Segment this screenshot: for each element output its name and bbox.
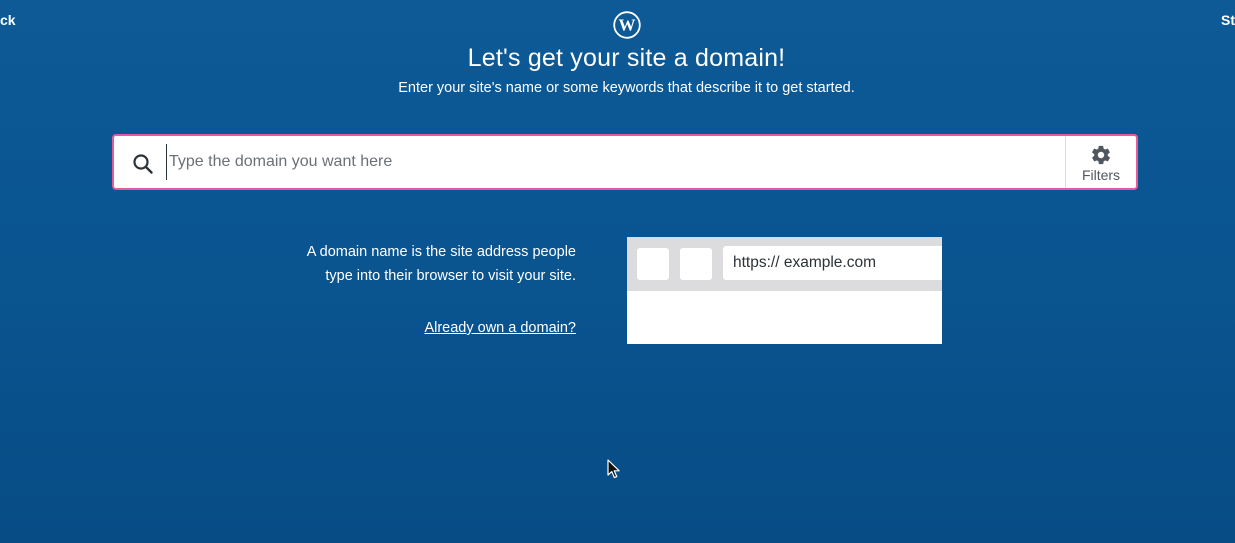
steps-link[interactable]: St [1221, 12, 1235, 28]
browser-url-bar: https:// example.com [723, 246, 942, 280]
already-own-domain-link[interactable]: Already own a domain? [424, 320, 576, 336]
mouse-cursor-icon [607, 459, 620, 479]
page-title: Let's get your site a domain! [467, 44, 786, 72]
browser-forward-button-graphic [680, 248, 712, 280]
browser-illustration: https:// example.com [627, 237, 942, 344]
domain-search-box: Filters [112, 134, 1138, 190]
search-icon [133, 154, 153, 174]
page-subtitle: Enter your site's name or some keywords … [398, 80, 855, 96]
svg-text:W: W [619, 16, 636, 35]
gear-icon [1092, 145, 1110, 164]
back-link[interactable]: ck [0, 12, 16, 28]
filters-label: Filters [1081, 166, 1121, 183]
browser-toolbar: https:// example.com [627, 237, 942, 291]
browser-back-button-graphic [637, 248, 669, 280]
domain-explanation: A domain name is the site address people… [306, 244, 576, 284]
wordpress-logo-icon: W [613, 11, 641, 39]
filters-button[interactable]: Filters [1065, 136, 1136, 188]
domain-search-input[interactable] [166, 144, 1059, 180]
